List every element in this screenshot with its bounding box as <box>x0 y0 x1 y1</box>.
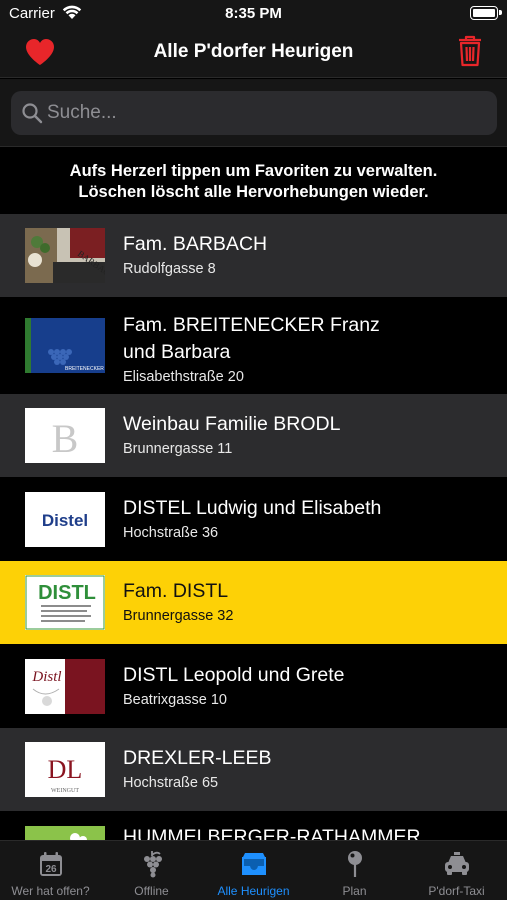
heuriger-logo: BARBACH <box>25 228 105 283</box>
map-pin-icon <box>347 851 362 877</box>
search-input[interactable] <box>47 91 487 135</box>
search-field[interactable] <box>11 91 497 135</box>
tab-label: P'dorf-Taxi <box>428 884 485 898</box>
distel-logo-text: Distel <box>42 511 88 530</box>
tab-label: Plan <box>342 884 367 898</box>
list-item[interactable]: B Weinbau Familie BRODL Brunnergasse 11 <box>0 394 507 478</box>
search-icon <box>22 103 43 124</box>
drexler-logo-image: DL WEINGUT <box>25 742 105 797</box>
tab-label: Offline <box>134 884 169 898</box>
heuriger-logo: DISTL <box>25 575 105 630</box>
tab-bar: 26 Wer hat offen? Offline Alle Heurigen … <box>0 840 507 900</box>
breitenecker-logo-text: BREITENECKER <box>65 366 104 372</box>
heuriger-address: Beatrixgasse 10 <box>123 692 227 708</box>
battery-icon <box>470 6 502 20</box>
distl-leopold-logo-image: Distl <box>25 659 105 714</box>
tab-wer-hat-offen[interactable]: 26 Wer hat offen? <box>0 841 101 900</box>
tab-offline[interactable]: Offline <box>101 841 202 900</box>
breitenecker-logo-image: BREITENECKER <box>25 318 105 373</box>
heuriger-address: Hochstraße 65 <box>123 775 219 791</box>
distel-logo-image: Distel <box>25 492 105 547</box>
heuriger-logo <box>25 826 105 840</box>
instructions-text: Aufs Herzerl tippen um Favoriten zu verw… <box>0 148 507 214</box>
heurigen-list[interactable]: BARBACH Fam. BARBACH Rudolfgasse 8 BREIT… <box>0 214 507 840</box>
calendar-icon: 26 <box>39 852 62 876</box>
status-bar: Carrier 8:35 PM <box>0 0 507 28</box>
heuriger-name: DREXLER-LEEB <box>123 747 272 769</box>
instructions-line-2: Löschen löscht alle Hervorhebungen wiede… <box>78 183 429 201</box>
list-item[interactable]: Distel DISTEL Ludwig und Elisabeth Hochs… <box>0 478 507 561</box>
heuriger-address: Hochstraße 36 <box>123 525 219 541</box>
status-time: 8:35 PM <box>225 5 282 22</box>
list-item[interactable]: DL WEINGUT DREXLER-LEEB Hochstraße 65 <box>0 728 507 812</box>
heuriger-name: Fam. BREITENECKER Franz <box>123 314 380 336</box>
tray-icon <box>241 853 266 875</box>
search-bar <box>0 79 507 147</box>
tab-alle-heurigen[interactable]: Alle Heurigen <box>203 841 304 900</box>
heuriger-name: DISTL Leopold und Grete <box>123 664 345 686</box>
heuriger-logo: BREITENECKER <box>25 318 105 373</box>
trash-icon[interactable] <box>457 35 483 67</box>
heuriger-address: Rudolfgasse 8 <box>123 261 216 277</box>
list-item-highlighted[interactable]: DISTL Fam. DISTL Brunnergasse 32 <box>0 561 507 645</box>
list-item[interactable]: BARBACH Fam. BARBACH Rudolfgasse 8 <box>0 214 507 298</box>
heuriger-address: Brunnergasse 11 <box>123 441 233 457</box>
distl-logo-text: DISTL <box>38 582 96 604</box>
heuriger-address: Elisabethstraße 20 <box>123 369 244 385</box>
instructions-line-1: Aufs Herzerl tippen um Favoriten zu verw… <box>69 162 438 180</box>
hummelberger-logo-image <box>25 826 105 840</box>
tab-label: Wer hat offen? <box>11 884 90 898</box>
heuriger-name: Fam. DISTL <box>123 580 229 602</box>
list-item[interactable]: Distl DISTL Leopold und Grete Beatrixgas… <box>0 645 507 728</box>
calendar-day-number: 26 <box>45 864 57 875</box>
heuriger-name: HUMMELBERGER-RATHAMMER <box>123 826 421 840</box>
heuriger-address: Brunnergasse 32 <box>123 608 234 624</box>
heuriger-name: DISTEL Ludwig und Elisabeth <box>123 497 382 519</box>
heuriger-name: Fam. BARBACH <box>123 233 268 255</box>
heuriger-logo: B <box>25 408 105 463</box>
tab-pdorf-taxi[interactable]: P'dorf-Taxi <box>406 841 507 900</box>
distl-leopold-logo-text: Distl <box>31 669 61 685</box>
barbach-logo-image: BARBACH <box>25 228 105 283</box>
drexler-logo-text: DL <box>48 755 83 784</box>
heuriger-logo: Distel <box>25 492 105 547</box>
distl-logo-image: DISTL <box>25 575 105 630</box>
brodl-logo-text: B <box>52 416 79 461</box>
taxi-icon <box>444 852 469 875</box>
heuriger-logo: DL WEINGUT <box>25 742 105 797</box>
heuriger-name: Weinbau Familie BRODL <box>123 413 341 435</box>
grapes-icon <box>143 851 162 878</box>
drexler-logo-subtext: WEINGUT <box>51 788 79 794</box>
tab-label: Alle Heurigen <box>217 884 290 898</box>
navigation-bar: Alle P'dorfer Heurigen <box>0 28 507 78</box>
list-item[interactable]: BREITENECKER Fam. BREITENECKER Franz und… <box>0 298 507 394</box>
brodl-logo-image: B <box>25 408 105 463</box>
heuriger-logo: Distl <box>25 659 105 714</box>
page-title: Alle P'dorfer Heurigen <box>153 41 354 62</box>
heuriger-name-line-2: und Barbara <box>123 341 231 363</box>
tab-plan[interactable]: Plan <box>304 841 405 900</box>
list-item[interactable]: HUMMELBERGER-RATHAMMER <box>0 812 507 840</box>
